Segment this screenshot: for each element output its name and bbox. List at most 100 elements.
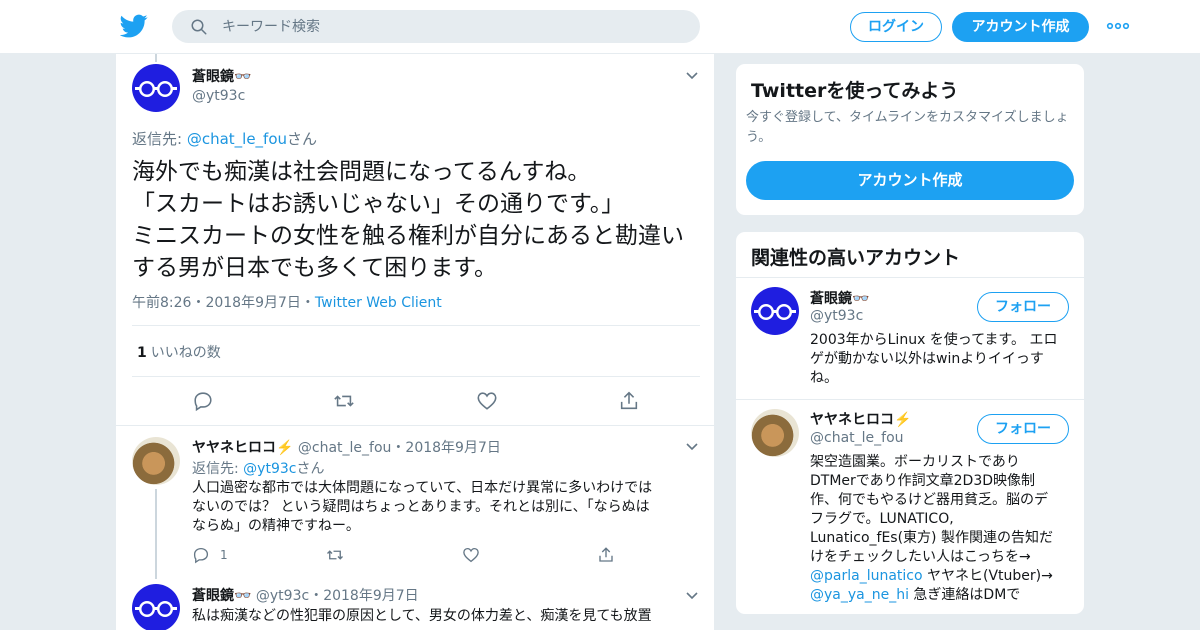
chevron-down-icon[interactable] (686, 72, 698, 80)
likes-label: いいねの数 (150, 345, 221, 361)
bio-line: 作、何でもやるけど器用貧乏。脳のデ (810, 492, 1048, 508)
reply-suffix: さん (296, 461, 325, 477)
divider (132, 376, 700, 377)
avatar[interactable] (132, 584, 180, 630)
bio-line: 2003年からLinux を使ってます。 エロ (810, 332, 1058, 348)
login-button[interactable]: ログイン (850, 12, 942, 42)
author-name[interactable]: 蒼眼鏡👓 (192, 588, 251, 604)
tweet-time: 午前8:26 (132, 295, 192, 311)
likes-stat[interactable]: 1 いいねの数 (137, 342, 221, 362)
likes-count: 1 (137, 345, 147, 361)
glasses-avatar-icon (135, 81, 177, 97)
avatar[interactable] (751, 409, 799, 457)
search-input[interactable] (222, 10, 682, 43)
signup-card-title: Twitterを使ってみよう (751, 80, 959, 102)
bio-line: DTMerであり作詞文章2D3D映像制 (810, 473, 1036, 489)
like-heart-icon[interactable] (462, 546, 480, 564)
reply-mention-link[interactable]: @chat_le_fou (187, 130, 287, 148)
account-name[interactable]: 蒼眼鏡👓 (810, 288, 869, 308)
share-icon[interactable] (618, 390, 640, 412)
signup-card-subtitle: 今すぐ登録して、タイムラインをカスタマイズしましょ う。 (746, 108, 1078, 148)
tweet-line: 海外でも痴漢は社会問題になってるんすね。 (132, 159, 591, 185)
reply-line: ならぬ」の精神ですねー。 (192, 518, 360, 534)
avatar[interactable] (132, 64, 180, 112)
reply-mention-link[interactable]: @yt93c (243, 461, 296, 477)
meta-separator: ・ (300, 295, 315, 311)
bio-mention-link[interactable]: @parla_lunatico (810, 568, 923, 584)
reply-icon[interactable] (192, 546, 210, 564)
author-handle[interactable]: @yt93c (192, 88, 245, 104)
bio-line: けをチェックしたい人はこっちを→ (810, 549, 1031, 565)
avatar[interactable] (751, 287, 799, 335)
tweet-line: する男が日本でも多くて困ります。 (132, 255, 498, 281)
reply-context: 返信先: @yt93cさん (192, 458, 324, 478)
tweet-line: 「スカートはお誘いじゃない」その通りです。」 (132, 191, 625, 217)
chevron-down-icon[interactable] (686, 443, 698, 451)
bio-mention-link[interactable]: @ya_ya_ne_hi (810, 587, 909, 603)
share-icon[interactable] (597, 546, 615, 564)
thread-connector (155, 54, 157, 62)
account-bio: 架空造園業。ボーカリストであり DTMerであり作詞文章2D3D映像制 作、何で… (810, 453, 1072, 605)
reply-line: 人口過密な都市では大体問題になっていて、日本だけ異常に多いわけでは (192, 480, 653, 496)
account-handle[interactable]: @yt93c (810, 308, 863, 324)
divider (132, 325, 700, 326)
account-name[interactable]: ヤヤネヒロコ⚡️ (810, 409, 911, 429)
glasses-avatar-icon (754, 304, 796, 320)
tweet-date: 2018年9月7日 (205, 295, 301, 311)
chevron-down-icon[interactable] (686, 592, 698, 600)
avatar[interactable] (132, 437, 180, 485)
reply-context: 返信先: @chat_le_fouさん (132, 128, 317, 149)
main-timeline: 蒼眼鏡👓 @yt93c 返信先: @chat_le_fouさん 海外でも痴漢は社… (115, 54, 715, 630)
meta-separator: ・ (191, 295, 206, 311)
reply-header: 蒼眼鏡👓 @yt93c・2018年9月7日 (192, 585, 419, 605)
reply-count: 1 (220, 548, 228, 562)
author-name[interactable]: 蒼眼鏡👓 (192, 66, 251, 86)
reply-date[interactable]: 2018年9月7日 (323, 588, 418, 604)
author-handle[interactable]: @chat_le_fou (298, 440, 392, 456)
search-icon (191, 19, 207, 35)
related-accounts-title: 関連性の高いアカウント (751, 247, 961, 269)
reply-prefix: 返信先: (132, 130, 187, 148)
tweet-client-link[interactable]: Twitter Web Client (315, 295, 442, 311)
search-box[interactable] (172, 10, 700, 43)
glasses-avatar-icon (135, 601, 177, 617)
retweet-icon[interactable] (326, 546, 344, 564)
subtitle-line: う。 (746, 130, 772, 145)
tweet-metadata: 午前8:26・2018年9月7日・Twitter Web Client (132, 292, 442, 312)
reply-prefix: 返信先: (192, 461, 244, 477)
reply-line: 私は痴漢などの性犯罪の原因として、男女の体力差と、痴漢を見ても放置 (192, 608, 652, 624)
reply-line: ないのでは？ という疑問はちょっとあります。それとは別に、「ならぬは (192, 499, 650, 515)
subtitle-line: 今すぐ登録して、タイムラインをカスタマイズしましょ (746, 110, 1069, 125)
account-handle[interactable]: @chat_le_fou (810, 430, 904, 446)
reply-suffix: さん (287, 130, 318, 148)
bio-text: 急ぎ連絡はDMで (908, 587, 1021, 603)
bio-line: Lunatico_fEs(東方) 製作関連の告知だ (810, 530, 1053, 546)
divider (736, 399, 1084, 400)
author-name[interactable]: ヤヤネヒロコ⚡️ (192, 440, 293, 456)
bio-line: @parla_lunatico ヤヤネヒ(Vtuber)→ (810, 567, 1072, 586)
bio-line: @ya_ya_ne_hi 急ぎ連絡はDMで (810, 586, 1072, 605)
follow-button[interactable]: フォロー (977, 292, 1069, 322)
retweet-icon[interactable] (333, 390, 355, 412)
signup-button[interactable]: アカウント作成 (952, 12, 1089, 42)
signup-card: Twitterを使ってみよう 今すぐ登録して、タイムラインをカスタマイズしましょ… (735, 63, 1085, 216)
more-dots-icon[interactable] (1106, 19, 1130, 33)
reply-icon[interactable] (192, 390, 214, 412)
account-bio: 2003年からLinux を使ってます。 エロ ゲが動かない以外はwinよりイイ… (810, 331, 1072, 388)
bio-line: ゲが動かない以外はwinよりイイっす (810, 351, 1044, 367)
signup-card-button[interactable]: アカウント作成 (746, 161, 1074, 200)
tweet-text: 海外でも痴漢は社会問題になってるんすね。 「スカートはお誘いじゃない」その通りで… (132, 156, 704, 284)
reply-date[interactable]: 2018年9月7日 (405, 440, 500, 456)
bio-line: フラグで。LUNATICO, (810, 511, 954, 527)
bio-text: ヤヤネヒ(Vtuber)→ (922, 568, 1053, 584)
reply-header: ヤヤネヒロコ⚡️ @chat_le_fou・2018年9月7日 (192, 437, 501, 457)
bio-line: 架空造園業。ボーカリストであり (810, 454, 1020, 470)
reply-text: 私は痴漢などの性犯罪の原因として、男女の体力差と、痴漢を見ても放置 (192, 607, 696, 626)
divider (116, 425, 714, 426)
follow-button[interactable]: フォロー (977, 414, 1069, 444)
like-heart-icon[interactable] (476, 390, 498, 412)
divider (736, 277, 1084, 278)
author-handle[interactable]: @yt93c (256, 588, 309, 604)
twitter-bird-icon[interactable] (120, 12, 148, 40)
tweet-line: ミニスカートの女性を触る権利が自分にあると勘違い (132, 223, 684, 249)
